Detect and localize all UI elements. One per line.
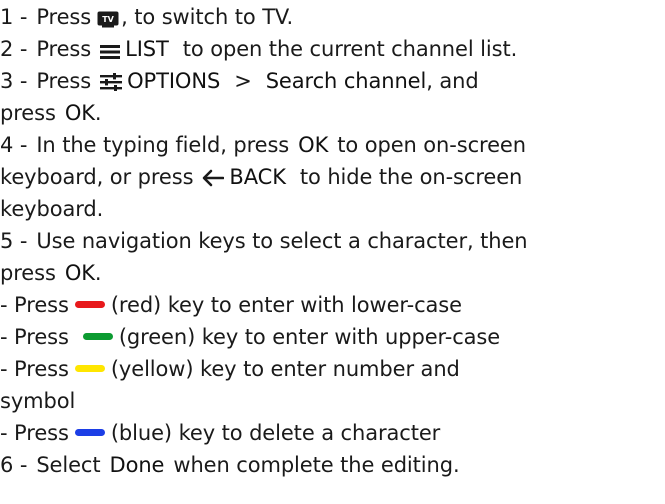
yellow-key-cont: symbol bbox=[0, 389, 76, 413]
step-2-number: 2 - bbox=[0, 37, 28, 61]
step-2-press: Press bbox=[36, 37, 92, 61]
step-3: 3 - Press OPTIONS > Search channel, and bbox=[0, 68, 479, 94]
yellow-key-line-cont: symbol bbox=[0, 388, 75, 414]
step-6-rest: when complete the editing. bbox=[173, 453, 460, 477]
red-key-icon bbox=[74, 300, 105, 308]
step-3-rest: , and bbox=[426, 69, 479, 93]
tv-icon: TV bbox=[97, 8, 119, 27]
step-4-number: 4 - bbox=[0, 133, 28, 157]
step-1-number: 1 - bbox=[0, 5, 28, 29]
yellow-key-line: - Press (yellow) key to enter number and bbox=[0, 356, 460, 382]
step-4-rest: to open on-screen bbox=[337, 133, 526, 157]
blue-key-text: (blue) key to delete a character bbox=[110, 421, 441, 445]
step-4-cont: keyboard, or press BACK to hide the on-scr… bbox=[0, 164, 522, 190]
step-6-number: 6 - bbox=[0, 453, 28, 477]
step-2: 2 - Press LIST to open the current channel … bbox=[0, 36, 517, 62]
step-3-number: 3 - bbox=[0, 69, 28, 93]
step-1: 1 - Press TV , to switch to TV. bbox=[0, 4, 293, 30]
green-key-text: (green) key to enter with upper-case bbox=[118, 325, 501, 349]
ok-key-label: OK bbox=[64, 101, 95, 125]
red-key-press: - Press bbox=[0, 293, 69, 317]
step-4-line3: keyboard. bbox=[0, 197, 104, 221]
step-5-cont: press OK. bbox=[0, 260, 102, 286]
step-5-end: . bbox=[94, 261, 102, 285]
blue-key-icon bbox=[74, 428, 105, 436]
step-5: 5 - Use navigation keys to select a chara… bbox=[0, 228, 528, 254]
back-arrow-icon bbox=[202, 167, 225, 187]
blue-key-press: - Press bbox=[0, 421, 69, 445]
green-key-icon bbox=[82, 332, 113, 340]
back-key-label: BACK bbox=[229, 165, 286, 189]
list-icon bbox=[100, 40, 121, 59]
list-key-label: LIST bbox=[125, 37, 169, 61]
ok-key-label: OK bbox=[64, 261, 95, 285]
step-4-cont-2: keyboard. bbox=[0, 196, 103, 222]
step-3-press: Press bbox=[36, 69, 92, 93]
step-5-press: press bbox=[0, 261, 56, 285]
yellow-key-text: (yellow) key to enter number and bbox=[110, 357, 460, 381]
step-3-end: . bbox=[94, 101, 102, 125]
red-key-text: (red) key to enter with lower-case bbox=[110, 293, 462, 317]
step-6-text: Select bbox=[36, 453, 101, 477]
step-1-rest: , to switch to TV. bbox=[121, 5, 294, 29]
yellow-key-icon bbox=[74, 364, 105, 372]
step-4: 4 - In the typing field, press OK to open o… bbox=[0, 132, 526, 158]
step-3-press-2: press bbox=[0, 101, 56, 125]
menu-arrow: > bbox=[234, 69, 252, 93]
options-sliders-icon bbox=[100, 71, 123, 91]
step-4-line2a: keyboard, or press bbox=[0, 165, 194, 189]
red-key-line: - Press (red) key to enter with lower-cas… bbox=[0, 292, 462, 318]
step-3-cont: press OK. bbox=[0, 100, 102, 126]
options-key-label: OPTIONS bbox=[127, 69, 221, 93]
green-key-press: - Press bbox=[0, 325, 69, 349]
step-5-text: Use navigation keys to select a characte… bbox=[36, 229, 528, 253]
step-4-line2b: to hide the on-screen bbox=[299, 165, 523, 189]
yellow-key-press: - Press bbox=[0, 357, 69, 381]
step-4-text: In the typing field, press bbox=[36, 133, 290, 157]
step-2-rest: to open the current channel list. bbox=[182, 37, 518, 61]
green-key-line: - Press (green) key to enter with upper-c… bbox=[0, 324, 500, 350]
ok-key-label: OK bbox=[298, 133, 329, 157]
step-6: 6 - Select Done when complete the editing. bbox=[0, 452, 460, 478]
svg-text:TV: TV bbox=[102, 15, 114, 24]
blue-key-line: - Press (blue) key to delete a character bbox=[0, 420, 440, 446]
search-channel-item: Search channel bbox=[265, 69, 427, 93]
step-5-number: 5 - bbox=[0, 229, 28, 253]
step-1-press: Press bbox=[36, 5, 92, 29]
done-key-label: Done bbox=[109, 453, 165, 477]
